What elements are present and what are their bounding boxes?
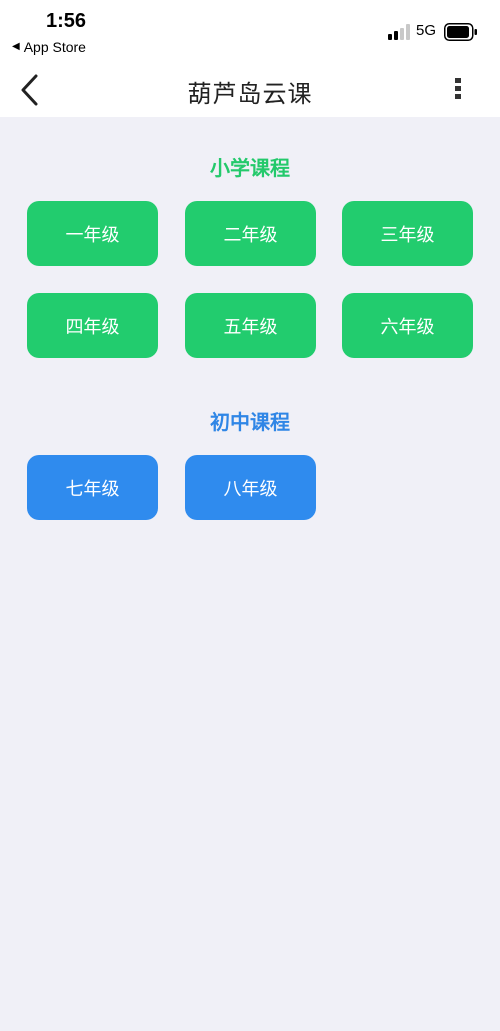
grade-6-button[interactable]: 六年级 [342, 293, 473, 358]
section-title-junior: 初中课程 [210, 410, 290, 434]
network-type: 5G [416, 22, 437, 39]
back-to-app-store[interactable]: ◀ App Store [12, 39, 86, 55]
status-bar: 1:56 ◀ App Store 5G [0, 0, 500, 62]
section-title-primary: 小学课程 [210, 156, 290, 180]
grade-7-button[interactable]: 七年级 [27, 455, 158, 520]
back-app-label: App Store [23, 39, 86, 55]
grade-8-button[interactable]: 八年级 [185, 455, 316, 520]
nav-bar: 葫芦岛云课 [0, 62, 500, 117]
page-title: 葫芦岛云课 [187, 80, 313, 108]
status-time: 1:56 [46, 10, 87, 32]
grade-1-button[interactable]: 一年级 [27, 201, 158, 266]
grade-4-button[interactable]: 四年级 [27, 293, 158, 358]
grade-3-button[interactable]: 三年级 [342, 201, 473, 266]
grade-5-button[interactable]: 五年级 [185, 293, 316, 358]
back-triangle-icon: ◀ [12, 41, 20, 52]
more-vertical-icon[interactable] [448, 76, 468, 102]
cellular-signal-icon [388, 24, 410, 40]
battery-icon [444, 23, 477, 41]
grade-2-button[interactable]: 二年级 [185, 201, 316, 266]
